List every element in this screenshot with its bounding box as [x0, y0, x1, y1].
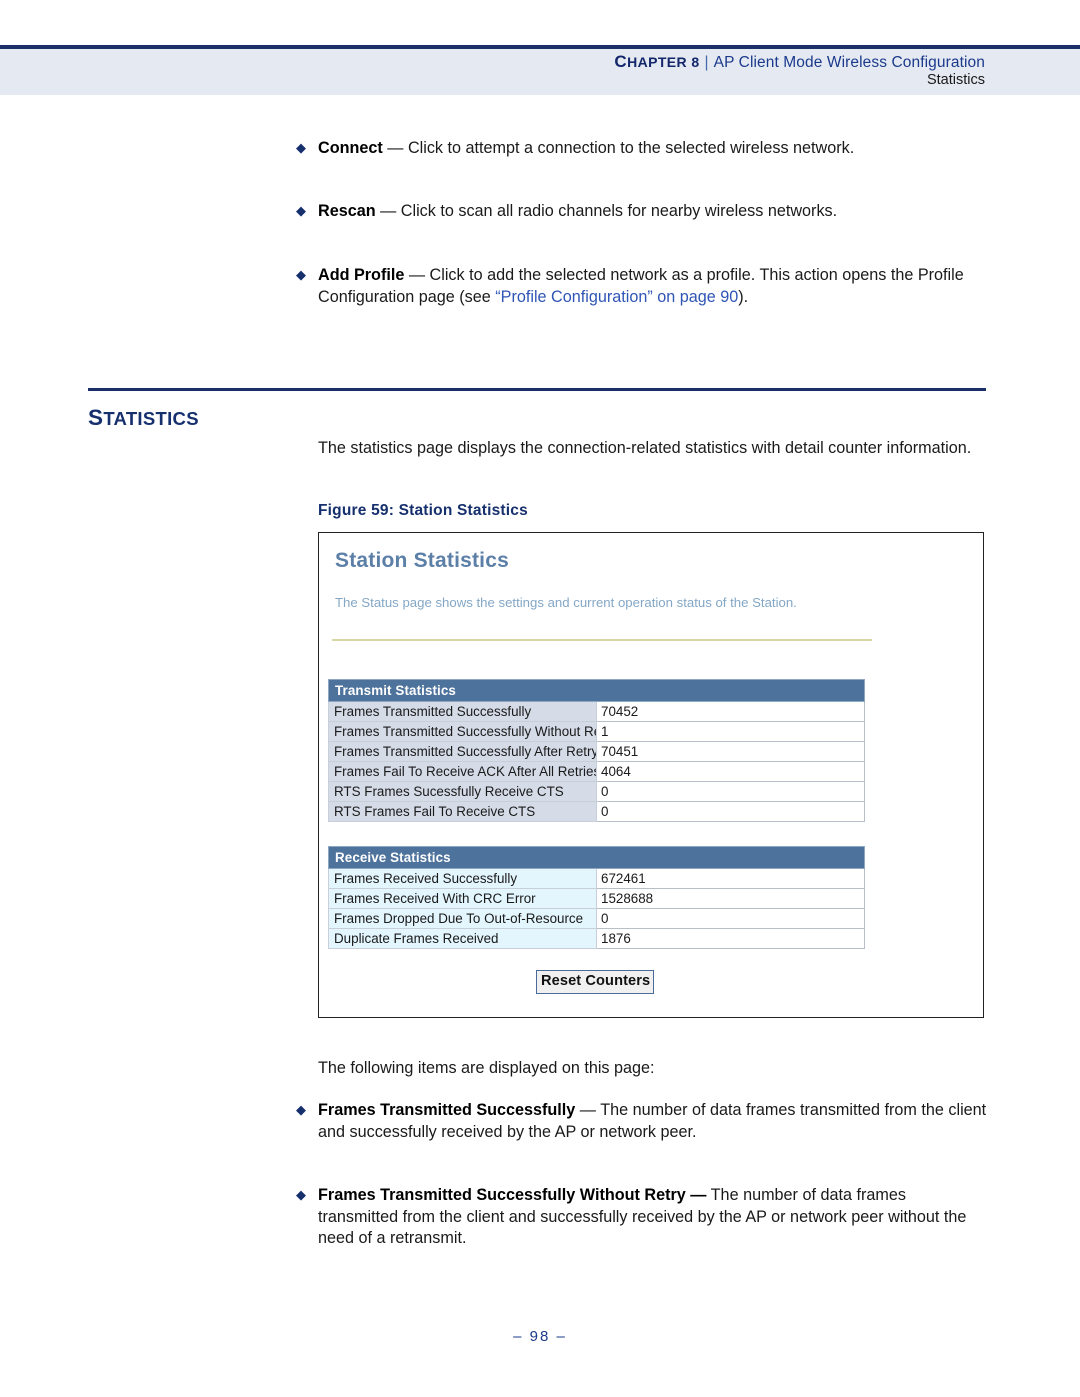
row-label: Frames Fail To Receive ACK After All Ret… [328, 761, 597, 782]
bullet-connect: ◆ Connect — Click to attempt a connectio… [296, 138, 990, 160]
bullet-text: Click to attempt a connection to the sel… [407, 139, 855, 157]
table-row: Duplicate Frames Received 1876 [328, 928, 865, 949]
bullet-dash: — [375, 202, 401, 220]
page-number: – 98 – [513, 1328, 567, 1345]
bullet-rescan: ◆ Rescan — Click to scan all radio chann… [296, 201, 990, 223]
header-chapter-line: CHAPTER 8 | AP Client Mode Wireless Config… [614, 52, 985, 72]
table-row: Frames Transmitted Successfully After Re… [328, 741, 865, 762]
transmit-statistics-table: Transmit Statistics Frames Transmitted S… [328, 679, 865, 822]
row-value: 0 [596, 908, 865, 929]
bullet-frames-transmitted-without-retry: ◆ Frames Transmitted Successfully Withou… [296, 1185, 990, 1250]
table-row: Frames Dropped Due To Out-of-Resource 0 [328, 908, 865, 929]
bullet-frames-transmitted-successfully: ◆ Frames Transmitted Successfully — The … [296, 1100, 990, 1143]
row-label: RTS Frames Fail To Receive CTS [328, 801, 597, 822]
row-value: 1 [596, 721, 865, 742]
section-title-statistics: STATISTICS [88, 405, 199, 431]
table-group-header-row: Receive Statistics [328, 846, 865, 869]
cross-reference-link[interactable]: “Profile Configuration” on page 90 [495, 288, 738, 306]
section-divider-rule [88, 388, 986, 391]
table-row: Frames Transmitted Successfully Without … [328, 721, 865, 742]
bullet-text: Click to scan all radio channels for nea… [400, 202, 838, 220]
diamond-bullet-icon: ◆ [296, 267, 306, 282]
row-value: 1876 [596, 928, 865, 949]
diamond-bullet-icon: ◆ [296, 1102, 306, 1117]
bullet-text-after-link: ). [738, 287, 749, 306]
app-panel-title: Station Statistics [335, 549, 509, 572]
header-separator: | [704, 54, 709, 71]
bullet-add-profile: ◆ Add Profile — Click to add the selecte… [296, 265, 990, 308]
bullet-dash: — [382, 139, 408, 157]
header-chapter-label: CHAPTER 8 [614, 52, 700, 71]
row-value: 1528688 [596, 888, 865, 909]
table-row: Frames Fail To Receive ACK After All Ret… [328, 761, 865, 782]
row-label: Frames Received Successfully [328, 868, 597, 889]
diamond-bullet-icon: ◆ [296, 140, 306, 155]
bullet-term: Rescan [318, 202, 376, 220]
row-value: 4064 [596, 761, 865, 782]
row-value: 70451 [596, 741, 865, 762]
row-label: RTS Frames Sucessfully Receive CTS [328, 781, 597, 802]
section-title-rest: TATISTICS [103, 408, 199, 429]
bullet-term: Frames Transmitted Successfully [318, 1101, 576, 1119]
table-row: Frames Received Successfully 672461 [328, 868, 865, 889]
header-subtitle: Statistics [926, 72, 985, 88]
table-row: Frames Transmitted Successfully 70452 [328, 701, 865, 722]
row-value: 0 [596, 781, 865, 802]
following-items-paragraph: The following items are displayed on thi… [318, 1059, 655, 1077]
section-intro-paragraph: The statistics page displays the connect… [318, 439, 972, 457]
app-panel-divider [332, 639, 872, 641]
row-label: Duplicate Frames Received [328, 928, 597, 949]
row-value: 70452 [596, 701, 865, 722]
bullet-term: Frames Transmitted Successfully Without … [318, 1186, 707, 1204]
diamond-bullet-icon: ◆ [296, 1187, 306, 1202]
bullet-dash: — [575, 1101, 601, 1119]
transmit-statistics-header: Transmit Statistics [328, 679, 865, 702]
figure-caption: Figure 59: Station Statistics [318, 502, 528, 519]
row-value: 0 [596, 801, 865, 822]
bullet-term: Add Profile [318, 266, 405, 284]
page-header: CHAPTER 8 | AP Client Mode Wireless Config… [0, 0, 1080, 95]
reset-counters-button[interactable]: Reset Counters [536, 970, 655, 994]
table-row: RTS Frames Fail To Receive CTS 0 [328, 801, 865, 822]
row-label: Frames Transmitted Successfully [328, 701, 597, 722]
receive-statistics-header: Receive Statistics [328, 846, 865, 869]
section-title-initial: S [88, 405, 104, 430]
bullet-dash: — [404, 266, 430, 284]
page-footer: – 98 – [0, 1328, 1080, 1345]
diamond-bullet-icon: ◆ [296, 203, 306, 218]
table-group-header-row: Transmit Statistics [328, 679, 865, 702]
app-panel-description: The Status page shows the settings and c… [335, 595, 797, 610]
row-label: Frames Received With CRC Error [328, 888, 597, 909]
table-row: RTS Frames Sucessfully Receive CTS 0 [328, 781, 865, 802]
row-label: Frames Transmitted Successfully After Re… [328, 741, 597, 762]
row-label: Frames Dropped Due To Out-of-Resource [328, 908, 597, 929]
header-chapter-title: AP Client Mode Wireless Configuration [713, 54, 985, 71]
receive-statistics-table: Receive Statistics Frames Received Succe… [328, 846, 865, 949]
row-value: 672461 [596, 868, 865, 889]
row-label: Frames Transmitted Successfully Without … [328, 721, 597, 742]
table-row: Frames Received With CRC Error 1528688 [328, 888, 865, 909]
bullet-term: Connect [318, 139, 383, 157]
figure-station-statistics: Station Statistics The Status page shows… [318, 532, 984, 1018]
